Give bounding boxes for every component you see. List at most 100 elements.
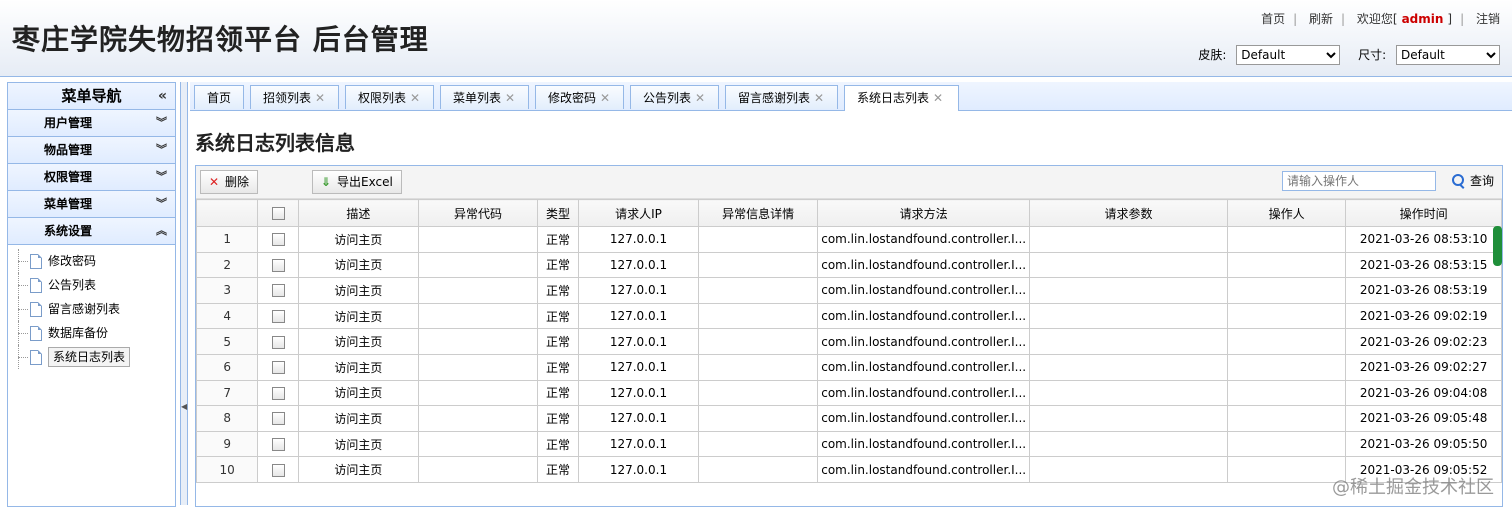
watermark-text: @稀土掘金技术社区 [1332, 477, 1494, 498]
cell-detail [697, 328, 819, 355]
cell-desc: 访问主页 [297, 353, 419, 381]
table-row[interactable]: 1 访问主页 正常 127.0.0.1 com.lin.lostandfound.con… [196, 226, 1502, 253]
select-all-checkbox[interactable] [271, 207, 285, 220]
export-excel-button[interactable]: ⇓ 导出Excel [312, 170, 402, 194]
table-row[interactable]: 8 访问主页 正常 127.0.0.1 com.lin.lostandfound.con… [196, 405, 1502, 432]
column-header[interactable]: 异常代码 [417, 199, 539, 227]
close-icon[interactable]: ✕ [600, 91, 610, 105]
tab-change-password[interactable]: 修改密码 ✕ [535, 85, 624, 109]
cell-method: com.lin.lostandfound.controller.I... [817, 353, 1031, 381]
row-checkbox[interactable] [271, 412, 285, 426]
menu-group-label: 权限管理 [44, 170, 93, 184]
search-button[interactable]: 查询 [1452, 172, 1494, 189]
log-grid: ✕ 删除 ⇓ 导出Excel 查询 描述 异常代码 类型 请求人IP 异常信息详情 … [195, 165, 1503, 507]
cell-op [1227, 226, 1347, 253]
row-number: 1 [196, 226, 259, 253]
row-number: 6 [196, 353, 259, 381]
menu-group-permissions[interactable]: 权限管理 ︾ [8, 164, 175, 191]
row-checkbox[interactable] [271, 233, 285, 247]
close-icon[interactable]: ✕ [315, 91, 325, 105]
table-row[interactable]: 2 访问主页 正常 127.0.0.1 com.lin.lostandfound.con… [196, 251, 1502, 279]
cell-ip: 127.0.0.1 [577, 405, 700, 432]
row-checkbox[interactable] [271, 335, 285, 349]
row-select-cell [257, 405, 299, 432]
cell-detail [697, 430, 819, 458]
delete-button[interactable]: ✕ 删除 [200, 170, 259, 194]
close-icon[interactable]: ✕ [814, 91, 824, 105]
row-number-header [196, 199, 259, 227]
cell-desc: 访问主页 [297, 430, 419, 458]
table-row[interactable]: 5 访问主页 正常 127.0.0.1 com.lin.lostandfound.con… [196, 328, 1502, 355]
column-header[interactable]: 类型 [537, 199, 579, 227]
appearance-controls: 皮肤: Default 尺寸: Default [1198, 45, 1500, 65]
table-row[interactable]: 9 访问主页 正常 127.0.0.1 com.lin.lostandfound.con… [196, 430, 1502, 458]
close-icon[interactable]: ✕ [410, 91, 420, 105]
tree-item-change-password[interactable]: 修改密码 [8, 249, 175, 273]
log-table: 描述 异常代码 类型 请求人IP 异常信息详情 请求方法 请求参数 操作人 操作… [196, 199, 1502, 483]
column-header[interactable]: 请求方法 [817, 199, 1031, 227]
table-row[interactable]: 10 访问主页 正常 127.0.0.1 com.lin.lostandfound.co… [196, 456, 1502, 483]
tab-permissions-list[interactable]: 权限列表 ✕ [345, 85, 434, 109]
panel-splitter[interactable]: ◀ [180, 82, 188, 505]
tab-claims-list[interactable]: 招领列表 ✕ [250, 85, 339, 109]
cell-params [1029, 302, 1229, 330]
document-icon [30, 278, 42, 293]
column-header[interactable]: 描述 [297, 199, 419, 227]
logout-link[interactable]: 注销 [1476, 12, 1500, 26]
tab-menu-list[interactable]: 菜单列表 ✕ [440, 85, 529, 109]
document-icon [30, 254, 42, 269]
row-checkbox[interactable] [271, 361, 285, 375]
collapse-icon[interactable]: « [158, 83, 167, 109]
cell-op [1227, 379, 1347, 407]
close-icon[interactable]: ✕ [505, 91, 515, 105]
row-checkbox[interactable] [271, 438, 285, 452]
table-row[interactable]: 4 访问主页 正常 127.0.0.1 com.lin.lostandfound.con… [196, 302, 1502, 330]
tree-item-thanks-messages[interactable]: 留言感谢列表 [8, 297, 175, 321]
close-icon[interactable]: ✕ [695, 91, 705, 105]
column-header[interactable]: 请求人IP [577, 199, 700, 227]
table-row[interactable]: 7 访问主页 正常 127.0.0.1 com.lin.lostandfound.con… [196, 379, 1502, 407]
close-icon[interactable]: ✕ [933, 91, 943, 105]
refresh-link[interactable]: 刷新 [1309, 12, 1333, 26]
home-link[interactable]: 首页 [1261, 12, 1285, 26]
row-number: 10 [196, 456, 259, 483]
close-x-icon: ✕ [208, 175, 220, 189]
row-number: 2 [196, 251, 259, 279]
column-header[interactable]: 操作人 [1227, 199, 1347, 227]
tab-system-log[interactable]: 系统日志列表 ✕ [844, 85, 959, 111]
skin-select[interactable]: Default [1236, 45, 1341, 65]
tab-thanks-list[interactable]: 留言感谢列表 ✕ [725, 85, 838, 109]
column-header[interactable]: 请求参数 [1029, 199, 1229, 227]
menu-group-items[interactable]: 物品管理 ︾ [8, 137, 175, 164]
row-checkbox[interactable] [271, 386, 285, 400]
tab-label: 菜单列表 [453, 91, 502, 105]
table-row[interactable]: 6 访问主页 正常 127.0.0.1 com.lin.lostandfound.con… [196, 353, 1502, 381]
menu-group-users[interactable]: 用户管理 ︾ [8, 110, 175, 137]
cell-ip: 127.0.0.1 [577, 456, 700, 483]
cell-method: com.lin.lostandfound.controller.I... [817, 302, 1031, 330]
splitter-arrow-icon[interactable]: ◀ [181, 402, 187, 411]
grid-toolbar: ✕ 删除 ⇓ 导出Excel 查询 [196, 166, 1502, 199]
row-checkbox[interactable] [271, 284, 285, 298]
menu-group-system[interactable]: 系统设置 ︽ [8, 218, 175, 245]
tab-notices-list[interactable]: 公告列表 ✕ [630, 85, 719, 109]
tree-item-system-log[interactable]: 系统日志列表 [8, 345, 175, 369]
row-checkbox[interactable] [271, 310, 285, 324]
system-settings-tree: 修改密码 公告列表 留言感谢列表 数据库备份 系统日志列表 [8, 245, 175, 369]
row-checkbox[interactable] [271, 463, 285, 477]
tree-item-db-backup[interactable]: 数据库备份 [8, 321, 175, 345]
size-select[interactable]: Default [1396, 45, 1500, 65]
column-header[interactable]: 操作时间 [1345, 199, 1502, 227]
table-row[interactable]: 3 访问主页 正常 127.0.0.1 com.lin.lostandfound.con… [196, 277, 1502, 304]
cell-method: com.lin.lostandfound.controller.I... [817, 379, 1031, 407]
row-checkbox[interactable] [271, 258, 285, 272]
tree-item-notices[interactable]: 公告列表 [8, 273, 175, 297]
separator: | [1341, 12, 1346, 26]
tab-home[interactable]: 首页 [194, 85, 244, 109]
expand-icon: ︾ [156, 170, 167, 183]
operator-search-input[interactable] [1282, 171, 1436, 191]
column-header[interactable]: 异常信息详情 [697, 199, 819, 227]
cell-method: com.lin.lostandfound.controller.I... [817, 226, 1031, 253]
menu-group-menus[interactable]: 菜单管理 ︾ [8, 191, 175, 218]
vertical-scrollbar[interactable] [1493, 226, 1502, 266]
